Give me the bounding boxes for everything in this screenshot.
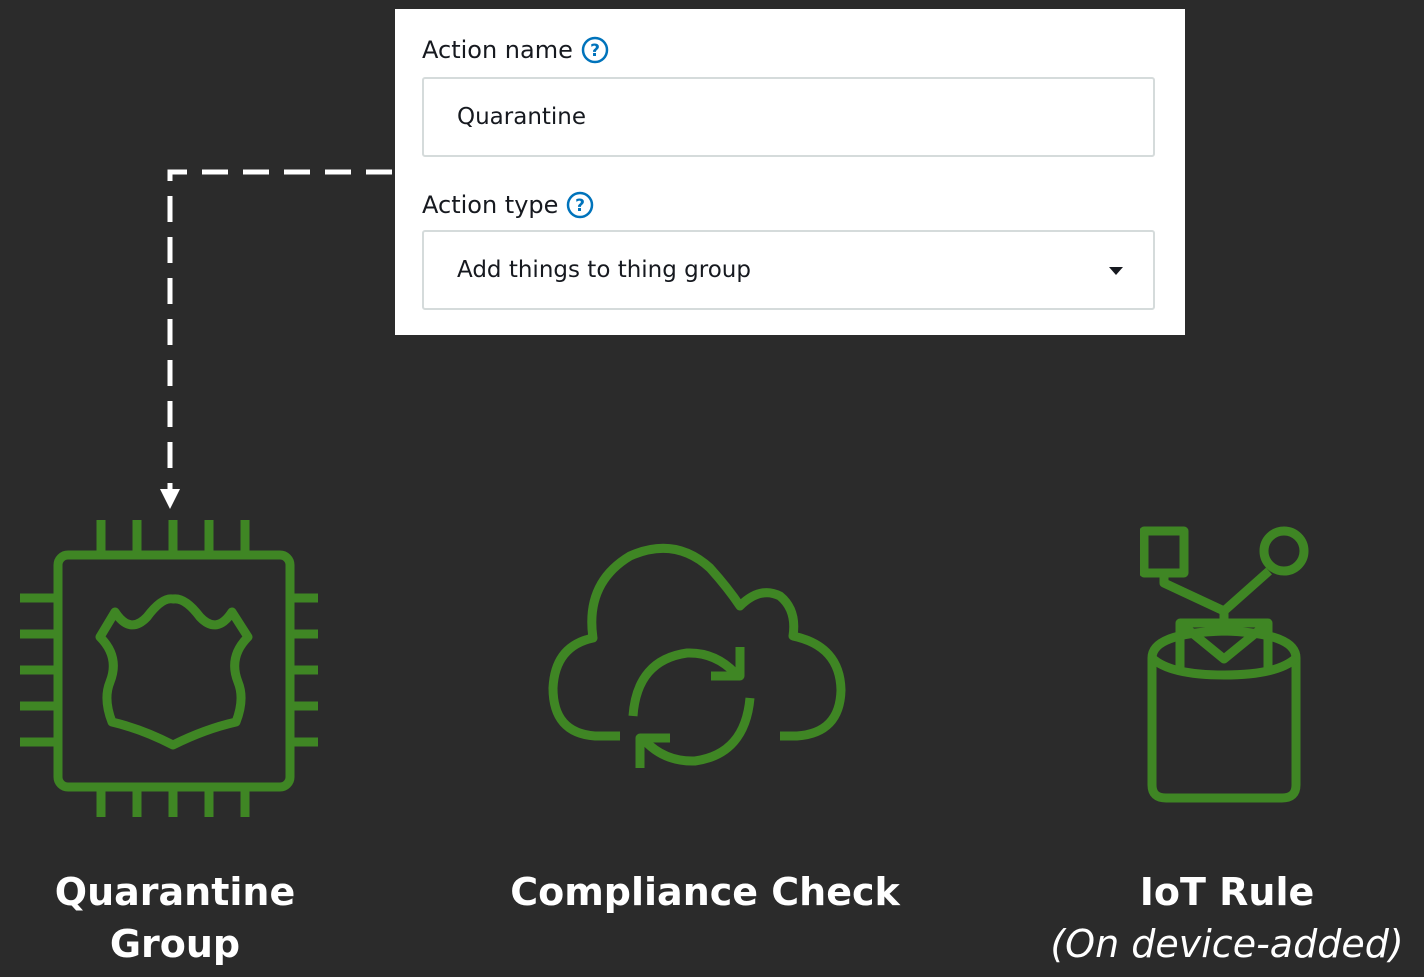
iot-rule-caption-line1: IoT Rule [1139, 870, 1315, 914]
action-name-label-row: Action name ? [422, 36, 609, 64]
quarantine-caption-line1: Quarantine [54, 870, 296, 914]
quarantine-group-caption: Quarantine Group [20, 866, 330, 970]
svg-text:?: ? [575, 196, 585, 216]
action-form-panel: Action name ? Quarantine Action type ? A… [395, 9, 1185, 335]
action-type-select[interactable]: Add things to thing group [422, 230, 1155, 310]
action-name-value: Quarantine [457, 104, 587, 130]
iot-rule-caption: IoT Rule (On device-added) [1030, 866, 1424, 970]
diagram-canvas: Action name ? Quarantine Action type ? A… [0, 0, 1424, 977]
iot-rule-caption-line2: (On device-added) [1050, 922, 1404, 966]
compliance-caption: Compliance Check [510, 870, 900, 914]
action-name-label: Action name [422, 36, 573, 64]
action-type-value: Add things to thing group [457, 257, 751, 283]
help-icon[interactable]: ? [581, 36, 609, 64]
help-icon[interactable]: ? [566, 191, 594, 219]
compliance-check-caption: Compliance Check [480, 866, 930, 918]
caret-down-icon[interactable] [1109, 267, 1123, 275]
action-type-label-row: Action type ? [422, 191, 594, 219]
cloud-sync-icon [548, 543, 846, 768]
topic-rule-bucket-icon [1140, 526, 1309, 803]
chip-shield-icon [20, 520, 318, 817]
action-name-input[interactable]: Quarantine [422, 77, 1155, 157]
svg-text:?: ? [590, 41, 600, 61]
quarantine-caption-line2: Group [109, 922, 241, 966]
action-type-label: Action type [422, 191, 559, 219]
